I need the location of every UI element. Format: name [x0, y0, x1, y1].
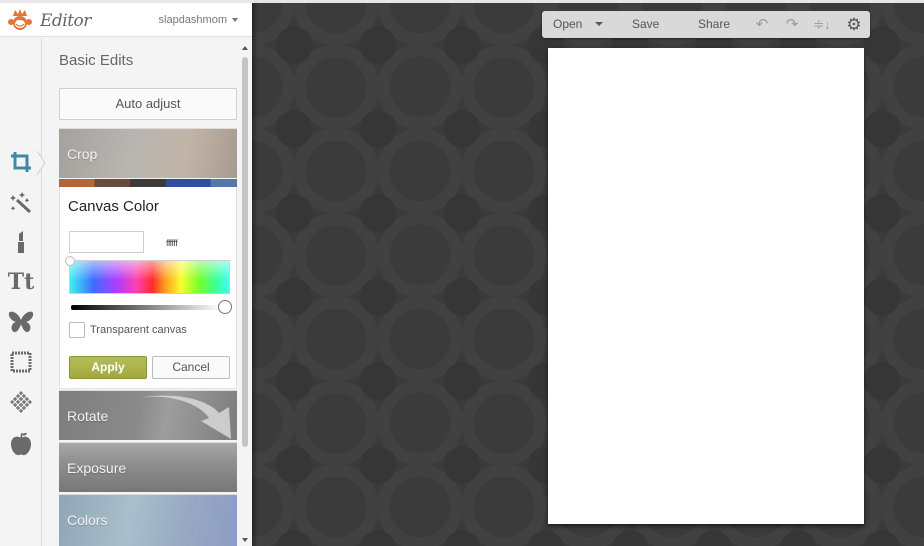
crop-tile[interactable]: Crop: [59, 128, 237, 178]
spectrum-handle[interactable]: [65, 256, 75, 266]
tool-overlays[interactable]: [7, 308, 35, 336]
colors-tile[interactable]: Colors: [59, 494, 237, 546]
panel-scrollbar[interactable]: [238, 38, 252, 546]
panel-title: Basic Edits: [59, 52, 134, 69]
apple-icon: [11, 432, 31, 456]
color-spectrum-picker[interactable]: [69, 260, 230, 294]
tool-basic-edits[interactable]: [7, 148, 35, 176]
exposure-label: Exposure: [67, 460, 127, 476]
canvas-color-panel: Canvas Color ffffff Transparent canvas A…: [59, 187, 237, 389]
tool-frames[interactable]: [7, 348, 35, 376]
rotate-tile[interactable]: Rotate: [59, 390, 237, 440]
text-icon: Tt: [7, 269, 35, 295]
tool-touch-up[interactable]: [7, 228, 35, 256]
transparent-canvas-checkbox[interactable]: [69, 322, 85, 338]
basic-edits-panel: Basic Edits Auto adjust Crop Canvas Colo…: [42, 38, 252, 546]
user-menu[interactable]: slapdashmom: [159, 14, 238, 26]
canvas[interactable]: [548, 48, 864, 524]
brightness-slider-handle[interactable]: [218, 300, 232, 314]
texture-icon: [10, 391, 32, 413]
toolbar: Open Save Share ↶ ↷ ≑↓ ⚙: [542, 11, 870, 38]
canvas-color-title: Canvas Color: [68, 198, 159, 215]
magic-wand-icon: [10, 192, 32, 214]
save-button[interactable]: Save: [632, 11, 659, 38]
brightness-slider[interactable]: [71, 305, 221, 310]
tool-rail: Tt: [0, 38, 46, 546]
butterfly-icon: [8, 311, 34, 333]
username: slapdashmom: [158, 14, 227, 26]
transparent-canvas-label[interactable]: Transparent canvas: [90, 324, 187, 336]
tool-textures[interactable]: [7, 388, 35, 416]
layers-icon[interactable]: ≑↓: [812, 15, 832, 34]
canvas-color-tile-strip: [59, 179, 237, 187]
tool-seasonal[interactable]: [7, 430, 35, 458]
color-swatch-input[interactable]: [69, 231, 144, 253]
scrollbar-thumb[interactable]: [242, 57, 248, 447]
open-dropdown-caret-icon[interactable]: [595, 22, 603, 26]
exposure-tile[interactable]: Exposure: [59, 442, 237, 492]
tool-text[interactable]: Tt: [7, 268, 35, 296]
crop-icon: [11, 152, 31, 172]
undo-icon[interactable]: ↶: [752, 15, 772, 34]
colors-label: Colors: [67, 512, 108, 528]
scroll-up-arrow-icon[interactable]: [242, 46, 248, 50]
redo-icon[interactable]: ↷: [782, 15, 802, 34]
settings-gear-icon[interactable]: ⚙: [844, 15, 864, 34]
scroll-down-arrow-icon[interactable]: [242, 538, 248, 542]
tool-effects[interactable]: [7, 188, 35, 216]
rotate-label: Rotate: [67, 408, 109, 424]
lipstick-icon: [18, 231, 24, 253]
share-button[interactable]: Share: [698, 11, 730, 38]
app-header: Editor slapdashmom: [0, 3, 252, 37]
rotate-arrow-image: [139, 395, 231, 439]
hex-value: ffffff: [166, 238, 178, 248]
cancel-button[interactable]: Cancel: [152, 356, 230, 379]
crop-label: Crop: [67, 146, 98, 162]
frame-icon: [10, 351, 32, 373]
chevron-down-icon: [232, 18, 238, 23]
monkey-logo-icon: [8, 9, 32, 30]
auto-adjust-button[interactable]: Auto adjust: [59, 88, 237, 120]
apply-button[interactable]: Apply: [69, 356, 147, 379]
sidebar: Editor slapdashmom Tt Basic Edits Auto a…: [0, 3, 252, 546]
open-button[interactable]: Open: [553, 11, 582, 38]
workspace-shadow: [252, 3, 258, 546]
app-logo-text[interactable]: Editor: [40, 11, 91, 31]
